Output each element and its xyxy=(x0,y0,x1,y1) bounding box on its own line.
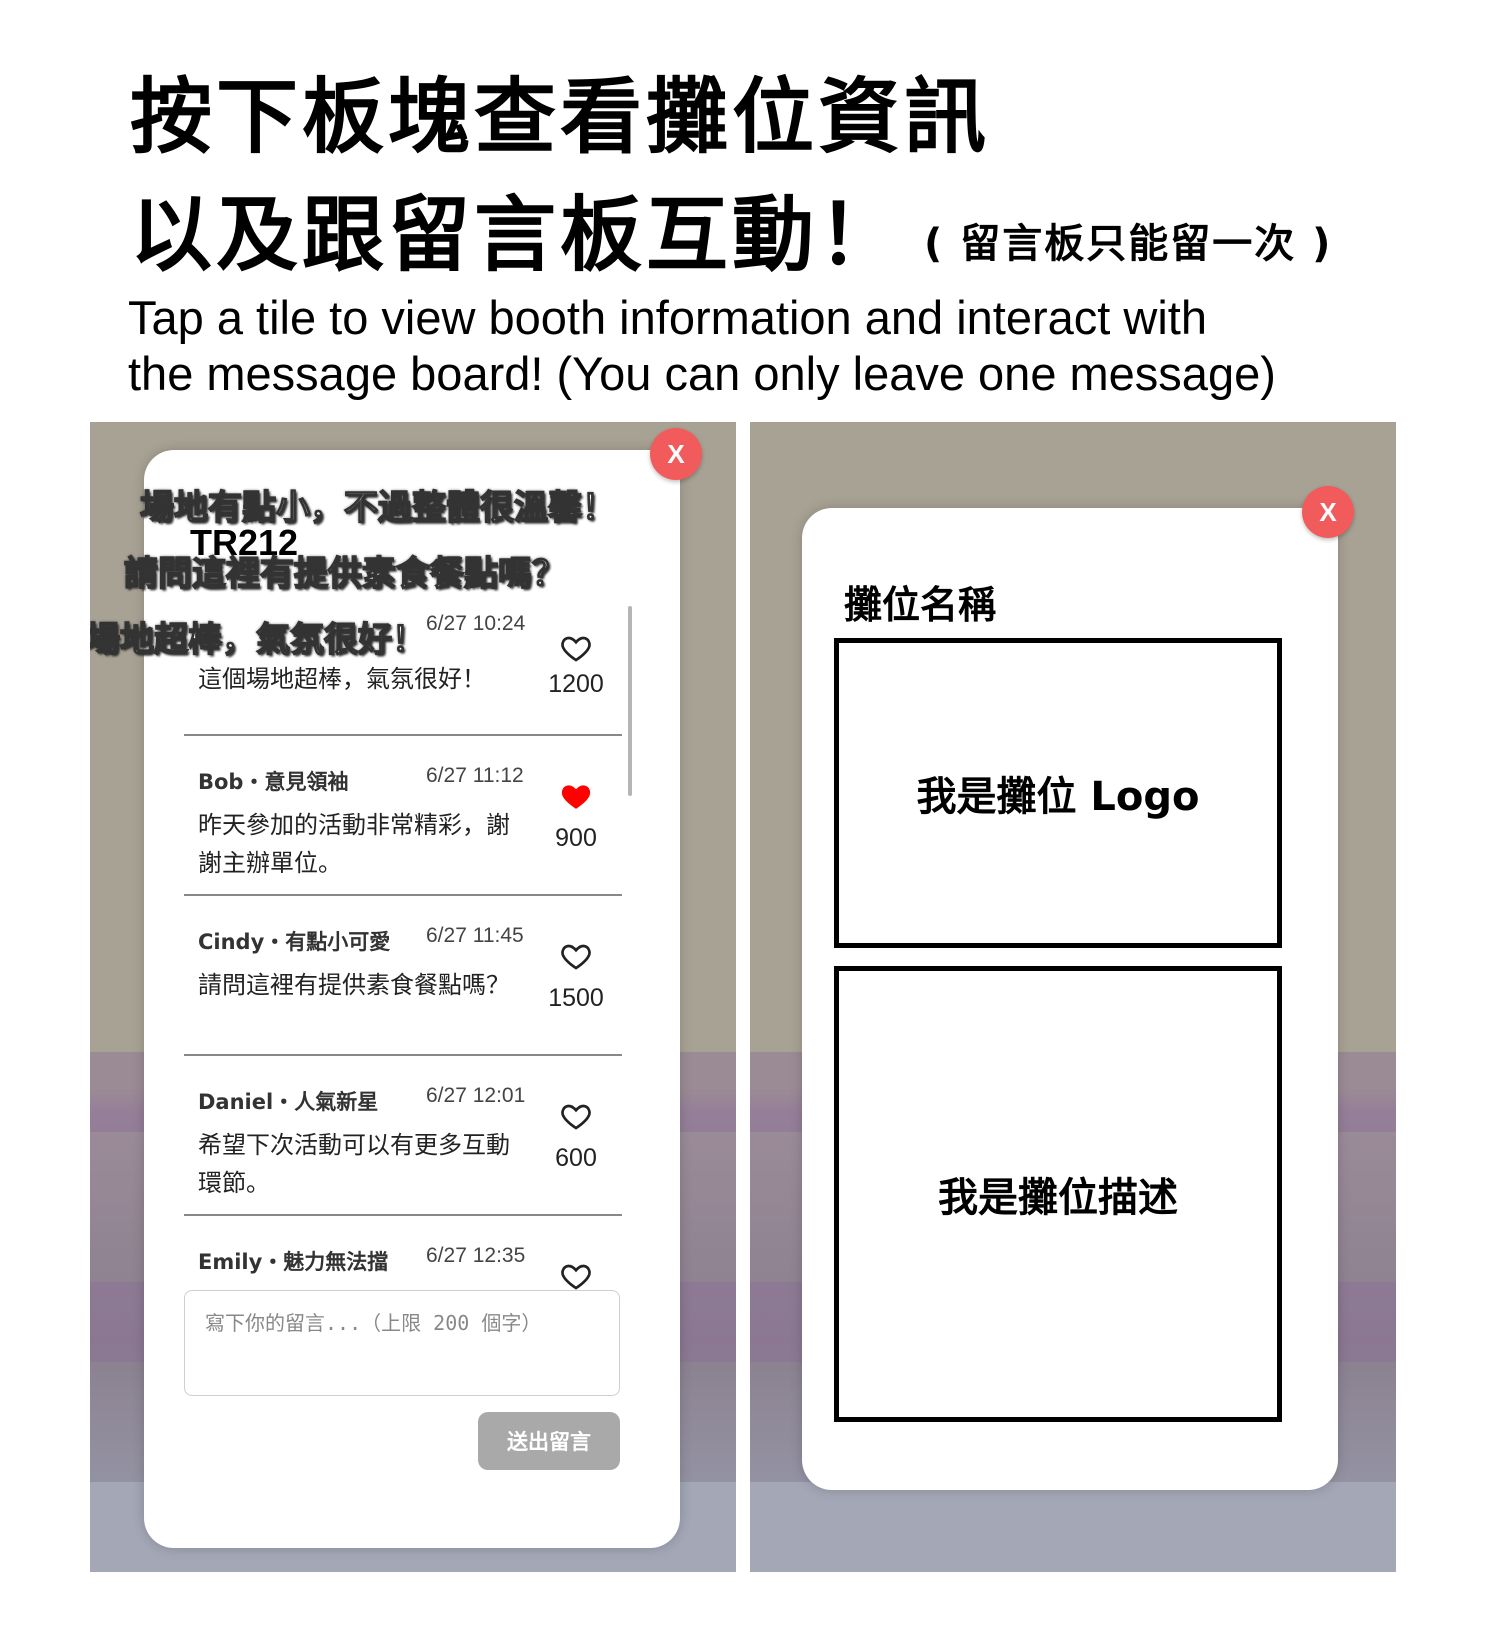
floating-comment: 場地有點小，不過整體很溫馨！ xyxy=(139,487,617,529)
message-board-screenshot: 6/27 10:24 這個場地超棒，氣氛很好！ 1200 Bob・意見領袖 6/… xyxy=(90,422,736,1572)
comment-input[interactable]: 寫下你的留言...（上限 200 個字） xyxy=(184,1290,620,1396)
like-count: 900 xyxy=(555,824,597,852)
comment-item: Emily・魅力無法擋 6/27 12:35 xyxy=(184,1216,622,1292)
comment-user: Bob・意見領袖 xyxy=(198,770,349,794)
english-caption-line2: the message board! (You can only leave o… xyxy=(128,347,1276,400)
booth-info-screenshot: 攤位名稱 我是攤位 Logo 我是攤位描述 X xyxy=(750,422,1396,1572)
blurred-bottom-nav xyxy=(750,1482,1396,1572)
submit-comment-button[interactable]: 送出留言 xyxy=(478,1412,620,1470)
comment-time: 6/27 11:45 xyxy=(426,924,524,947)
booth-info-modal: 攤位名稱 我是攤位 Logo 我是攤位描述 xyxy=(802,508,1338,1490)
booth-description-placeholder: 我是攤位描述 xyxy=(834,966,1282,1422)
floating-comment: 請問這裡有提供素食餐點嗎？ xyxy=(123,553,567,595)
heart-outline-icon[interactable] xyxy=(560,1260,592,1292)
page-title-line2: 以及跟留言板互動！ ( 留言板只能留一次 ) xyxy=(130,168,1332,287)
heart-outline-icon[interactable] xyxy=(560,940,592,972)
heart-filled-icon[interactable] xyxy=(560,780,592,812)
heart-outline-icon[interactable] xyxy=(560,1100,592,1132)
like-count: 600 xyxy=(555,1144,597,1172)
comment-user: Emily・魅力無法擋 xyxy=(198,1250,389,1274)
like-count: 1200 xyxy=(548,670,604,698)
comment-scrollbar[interactable] xyxy=(628,606,632,796)
title-main: 以及跟留言板互動！ xyxy=(130,188,905,283)
comment-item: Bob・意見領袖 6/27 11:12 昨天參加的活動非常精彩，謝謝主辦單位。 … xyxy=(184,736,622,896)
booth-logo-placeholder: 我是攤位 Logo xyxy=(834,638,1282,948)
floating-comment: 場地超棒，氣氛很好！ xyxy=(90,619,427,661)
comment-time: 6/27 12:35 xyxy=(426,1244,526,1267)
comment-list[interactable]: 6/27 10:24 這個場地超棒，氣氛很好！ 1200 Bob・意見領袖 6/… xyxy=(184,606,622,1292)
comment-time: 6/27 10:24 xyxy=(426,612,526,635)
comment-text: 請問這裡有提供素食餐點嗎？ xyxy=(198,971,510,999)
close-button[interactable]: X xyxy=(1302,486,1354,538)
booth-name: 攤位名稱 xyxy=(844,583,997,627)
close-button[interactable]: X xyxy=(650,428,702,480)
like-count: 1500 xyxy=(548,984,604,1012)
comment-text: 這個場地超棒，氣氛很好！ xyxy=(198,665,486,693)
heart-outline-icon[interactable] xyxy=(560,632,592,664)
comment-time: 6/27 11:12 xyxy=(426,764,524,787)
comment-text: 希望下次活動可以有更多互動環節。 xyxy=(198,1131,510,1197)
english-caption: Tap a tile to view booth information and… xyxy=(128,290,1458,402)
title-note: ( 留言板只能留一次 ) xyxy=(924,221,1333,267)
comment-item: Daniel・人氣新星 6/27 12:01 希望下次活動可以有更多互動環節。 … xyxy=(184,1056,622,1216)
comment-item: Cindy・有點小可愛 6/27 11:45 請問這裡有提供素食餐點嗎？ 150… xyxy=(184,896,622,1056)
comment-text: 昨天參加的活動非常精彩，謝謝主辦單位。 xyxy=(198,811,510,877)
english-caption-line1: Tap a tile to view booth information and… xyxy=(128,291,1207,344)
page-title-line1: 按下板塊查看攤位資訊 xyxy=(130,70,991,165)
comment-time: 6/27 12:01 xyxy=(426,1084,526,1107)
close-icon: X xyxy=(1319,496,1337,527)
close-icon: X xyxy=(667,438,685,469)
comment-user: Cindy・有點小可愛 xyxy=(198,930,391,954)
comment-user: Daniel・人氣新星 xyxy=(198,1090,379,1114)
